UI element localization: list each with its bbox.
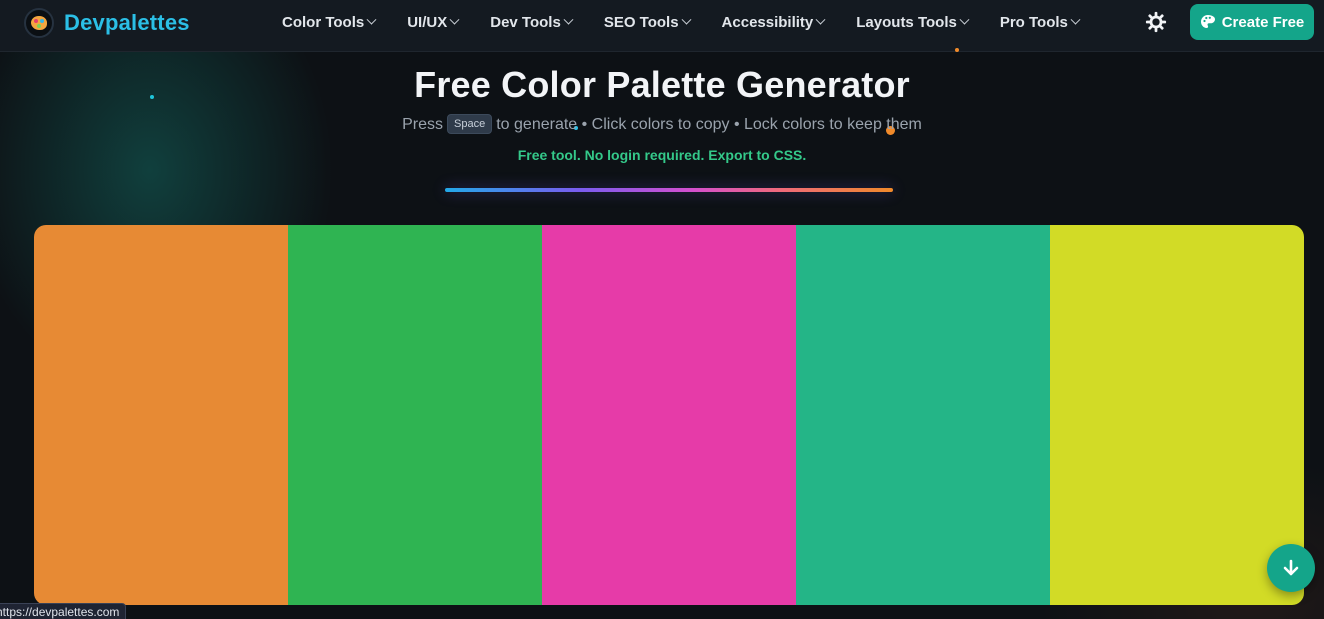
hero-subtitle: Press Space to generate • Click colors to … [0, 114, 1324, 135]
arrow-down-icon [1283, 559, 1299, 576]
decorative-dot [955, 48, 959, 52]
menu-dev-tools[interactable]: Dev Tools [490, 13, 574, 31]
create-free-label: Create Free [1221, 13, 1305, 31]
menu-ui-ux[interactable]: UI/UX [407, 13, 460, 31]
space-key-badge: Space [447, 114, 493, 134]
chevron-down-icon [815, 14, 826, 25]
menu-label: Color Tools [282, 13, 365, 31]
chevron-down-icon [959, 14, 970, 25]
color-swatch-1[interactable] [34, 225, 288, 605]
menu-label: Layouts Tools [856, 13, 957, 31]
brand-logo[interactable]: Devpalettes [24, 8, 190, 38]
subtitle-prefix: Press [402, 116, 444, 134]
menu-color-tools[interactable]: Color Tools [282, 13, 377, 31]
theme-toggle-button[interactable] [1144, 10, 1168, 34]
menu-label: SEO Tools [603, 13, 679, 31]
menu-seo-tools[interactable]: SEO Tools [603, 13, 691, 31]
color-swatch-5[interactable] [1050, 225, 1304, 605]
sun-gear-icon [1145, 11, 1167, 33]
palette-logo-icon [24, 8, 54, 38]
menu-pro-tools[interactable]: Pro Tools [999, 13, 1081, 31]
menu-label: Accessibility [721, 13, 814, 31]
color-swatch-2[interactable] [288, 225, 542, 605]
chevron-down-icon [1070, 14, 1081, 25]
scroll-down-button[interactable] [1267, 544, 1315, 592]
palette-icon [1200, 14, 1216, 30]
main-menu: Color Tools UI/UX Dev Tools SEO Tools Ac… [282, 0, 1081, 44]
chevron-down-icon [681, 14, 691, 25]
chevron-down-icon [449, 14, 460, 25]
gradient-divider [445, 188, 893, 192]
page-title: Free Color Palette Generator [414, 64, 910, 105]
menu-layouts-tools[interactable]: Layouts Tools [856, 13, 970, 31]
page: Devpalettes Color Tools UI/UX Dev Tools … [0, 0, 1324, 619]
menu-label: Dev Tools [490, 13, 561, 31]
menu-accessibility[interactable]: Accessibility [721, 13, 826, 31]
color-swatch-3[interactable] [542, 225, 796, 605]
color-swatch-4[interactable] [796, 225, 1050, 605]
chevron-down-icon [563, 14, 574, 25]
color-palette [34, 225, 1304, 605]
free-tool-note: Free tool. No login required. Export to … [517, 147, 807, 163]
subtitle-suffix: to generate • Click colors to copy • Loc… [496, 116, 922, 134]
brand-name: Devpalettes [64, 10, 190, 35]
menu-label: Pro Tools [999, 13, 1068, 31]
chevron-down-icon [366, 14, 377, 25]
top-navbar: Devpalettes Color Tools UI/UX Dev Tools … [0, 0, 1324, 52]
menu-label: UI/UX [407, 13, 448, 31]
create-free-button[interactable]: Create Free [1190, 4, 1314, 40]
status-bar-url: https://devpalettes.com [0, 603, 127, 619]
